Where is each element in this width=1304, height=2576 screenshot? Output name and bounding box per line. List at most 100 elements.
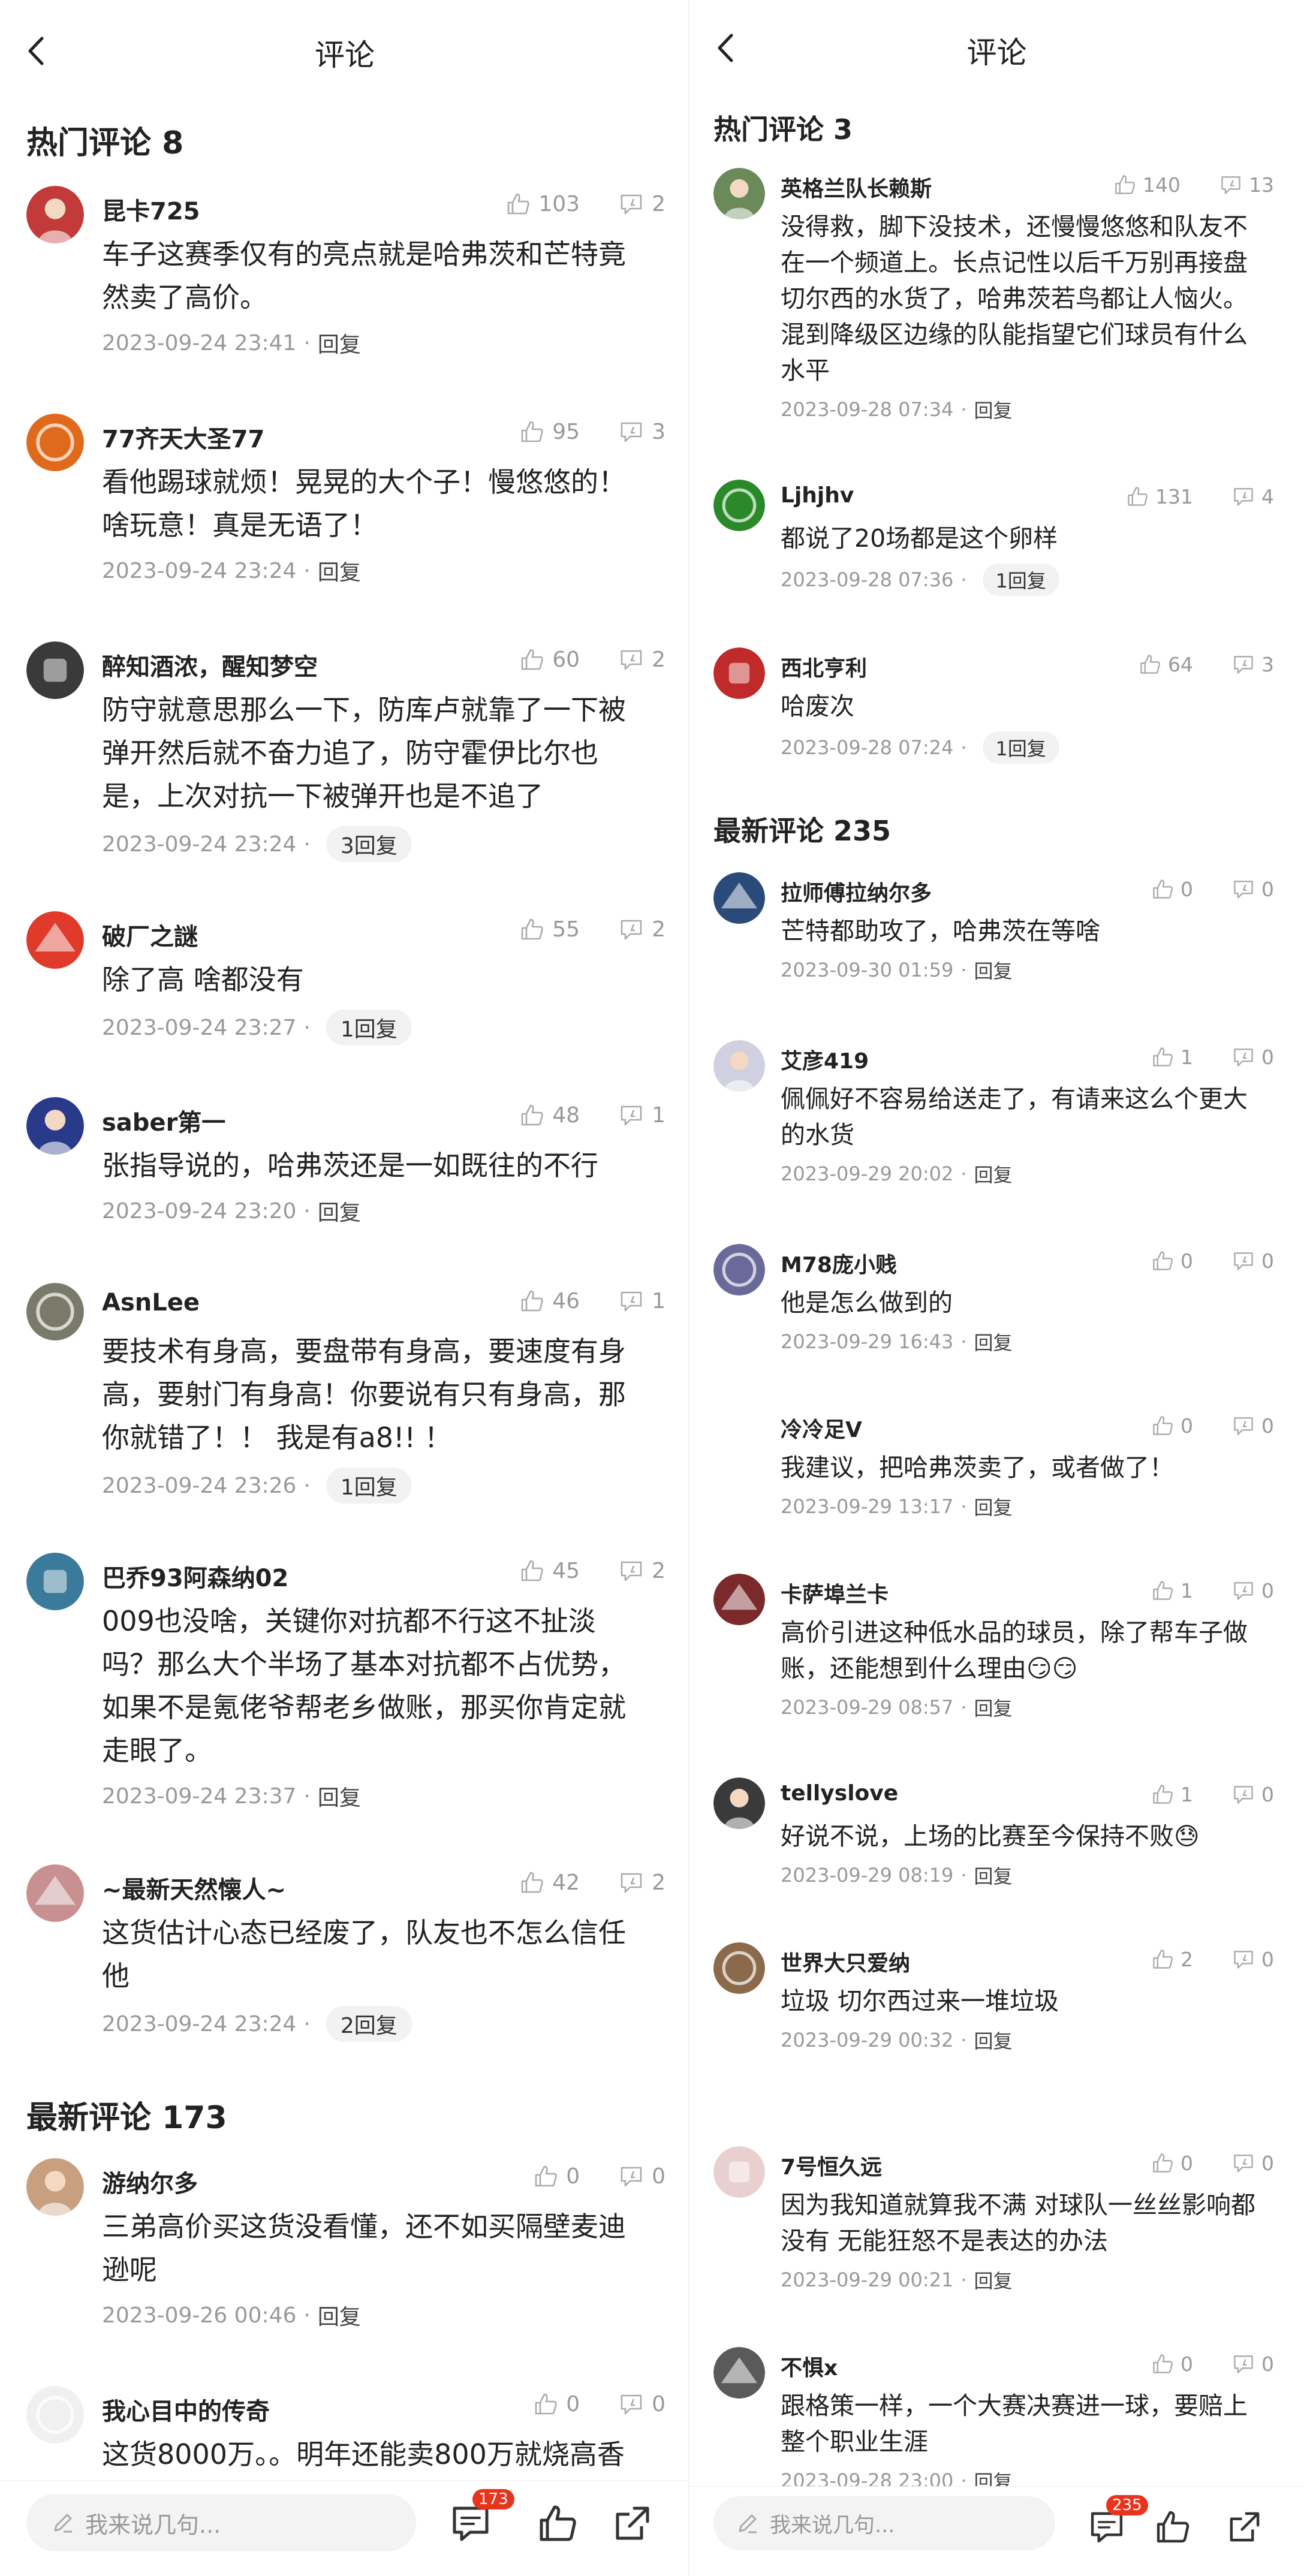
like-button[interactable]: 0 — [1151, 2352, 1193, 2376]
reply-button[interactable]: 回复 — [974, 1694, 1013, 1721]
like-button[interactable]: 0 — [532, 2163, 580, 2189]
username[interactable]: 艾彦419 — [781, 1044, 869, 1075]
username[interactable]: 游纳尔多 — [102, 2164, 198, 2199]
like-button[interactable]: 1 — [1151, 1578, 1193, 1602]
username[interactable]: 英格兰队长赖斯 — [781, 171, 932, 203]
avatar[interactable] — [26, 911, 84, 969]
username[interactable]: 我心目中的传奇 — [102, 2392, 270, 2427]
reply-button[interactable]: 回复 — [318, 555, 361, 586]
avatar[interactable] — [26, 1553, 84, 1610]
dislike-button[interactable]: 3 — [1231, 652, 1274, 676]
reply-button[interactable]: 回复 — [974, 956, 1013, 984]
avatar[interactable] — [713, 872, 765, 924]
avatar[interactable] — [26, 186, 84, 243]
dislike-button[interactable]: 0 — [1231, 877, 1274, 901]
like-button[interactable]: 64 — [1138, 652, 1193, 676]
share-icon[interactable] — [612, 2502, 653, 2544]
dislike-button[interactable]: 1 — [618, 1102, 665, 1128]
reply-button[interactable]: 回复 — [974, 1160, 1013, 1188]
username[interactable]: ~最新天然懐人~ — [102, 1870, 286, 1905]
dislike-button[interactable]: 1 — [618, 1288, 665, 1314]
like-button[interactable]: 140 — [1113, 173, 1180, 197]
like-button[interactable]: 0 — [1151, 2151, 1193, 2175]
dislike-button[interactable]: 0 — [1231, 1249, 1274, 1273]
avatar[interactable] — [713, 1574, 765, 1625]
username[interactable]: 巴乔93阿森纳02 — [102, 1559, 288, 1593]
avatar[interactable] — [26, 1864, 84, 1922]
dislike-button[interactable]: 0 — [1231, 2151, 1274, 2175]
username[interactable]: 世界大只爱纳 — [781, 1946, 910, 1977]
username[interactable]: 西北亨利 — [781, 651, 867, 682]
avatar[interactable] — [713, 1409, 765, 1460]
username[interactable]: M78庞小贱 — [781, 1248, 897, 1279]
avatar[interactable] — [713, 2146, 765, 2198]
avatar[interactable] — [713, 168, 765, 219]
like-button[interactable]: 103 — [505, 191, 580, 217]
reply-button[interactable]: 回复 — [318, 1195, 361, 1227]
username[interactable]: 破厂之謎 — [102, 917, 198, 952]
like-button[interactable]: 48 — [519, 1102, 580, 1128]
reply-count-button[interactable]: 3回复 — [326, 826, 412, 862]
like-button[interactable]: 0 — [1151, 877, 1193, 901]
avatar[interactable] — [26, 414, 84, 471]
avatar[interactable] — [26, 1097, 84, 1155]
like-button[interactable]: 60 — [519, 646, 580, 673]
dislike-button[interactable]: 2 — [618, 1557, 665, 1584]
like-button[interactable]: 42 — [519, 1869, 580, 1896]
username[interactable]: 7号恒久远 — [781, 2150, 882, 2181]
dislike-button[interactable]: 0 — [1231, 1414, 1274, 1438]
reply-button[interactable]: 回复 — [974, 1493, 1013, 1520]
dislike-button[interactable]: 3 — [618, 418, 665, 445]
reply-button[interactable]: 回复 — [318, 327, 361, 358]
like-button[interactable]: 0 — [1151, 1249, 1193, 1273]
like-button[interactable]: 0 — [532, 2391, 580, 2417]
dislike-button[interactable]: 0 — [1231, 1782, 1274, 1806]
like-button[interactable]: 1 — [1151, 1045, 1193, 1069]
avatar[interactable] — [713, 2347, 765, 2399]
username[interactable]: 冷冷足V — [781, 1412, 862, 1444]
dislike-button[interactable]: 0 — [1231, 1947, 1274, 1971]
reply-count-button[interactable]: 1回复 — [326, 1468, 412, 1504]
reply-button[interactable]: 回复 — [974, 1328, 1013, 1355]
username[interactable]: saber第一 — [102, 1103, 225, 1138]
dislike-button[interactable]: 2 — [618, 191, 665, 217]
avatar[interactable] — [713, 1244, 765, 1295]
like-icon[interactable] — [1154, 2508, 1191, 2545]
share-icon[interactable] — [1226, 2508, 1263, 2545]
avatar[interactable] — [26, 2386, 84, 2444]
reply-button[interactable]: 回复 — [974, 396, 1013, 423]
username[interactable]: 77齐天大圣77 — [102, 420, 264, 454]
avatar[interactable] — [713, 1942, 765, 1994]
username[interactable]: 拉师傅拉纳尔多 — [781, 876, 932, 907]
dislike-button[interactable]: 2 — [618, 916, 665, 942]
dislike-button[interactable]: 0 — [618, 2163, 665, 2189]
dislike-button[interactable]: 2 — [618, 646, 665, 673]
reply-button[interactable]: 回复 — [974, 2266, 1013, 2294]
reply-button[interactable]: 回复 — [318, 1780, 361, 1812]
avatar[interactable] — [713, 1777, 765, 1829]
avatar[interactable] — [26, 1283, 84, 1340]
avatar[interactable] — [26, 2158, 84, 2216]
reply-button[interactable]: 回复 — [974, 1861, 1013, 1889]
avatar[interactable] — [713, 480, 765, 531]
comment-input[interactable]: 我来说几句... — [26, 2494, 416, 2551]
dislike-button[interactable]: 0 — [618, 2391, 665, 2417]
dislike-button[interactable]: 4 — [1231, 484, 1274, 508]
like-button[interactable]: 131 — [1125, 484, 1193, 508]
reply-button[interactable]: 回复 — [974, 2026, 1013, 2054]
dislike-button[interactable]: 0 — [1231, 1045, 1274, 1069]
dislike-button[interactable]: 13 — [1219, 173, 1274, 197]
dislike-button[interactable]: 2 — [618, 1869, 665, 1896]
username[interactable]: AsnLee — [102, 1289, 200, 1316]
avatar[interactable] — [713, 647, 765, 699]
username[interactable]: Ljhjhv — [781, 483, 854, 508]
reply-count-button[interactable]: 1回复 — [982, 731, 1059, 764]
like-button[interactable]: 45 — [519, 1557, 580, 1584]
like-button[interactable]: 46 — [519, 1288, 580, 1314]
reply-count-button[interactable]: 2回复 — [326, 2006, 412, 2042]
username[interactable]: 昆卡725 — [102, 192, 200, 227]
dislike-button[interactable]: 0 — [1231, 1578, 1274, 1602]
username[interactable]: 卡萨埠兰卡 — [781, 1577, 889, 1608]
like-button[interactable]: 55 — [519, 916, 580, 942]
username[interactable]: tellyslove — [781, 1781, 898, 1806]
